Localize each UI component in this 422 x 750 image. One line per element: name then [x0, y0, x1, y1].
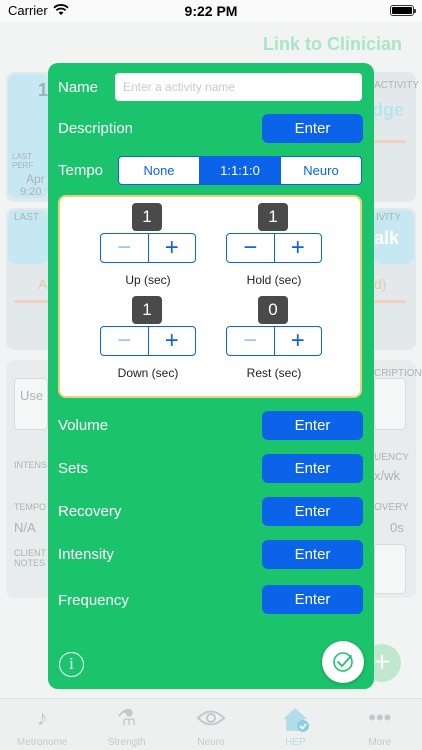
recovery-bg-label: OVERY [374, 502, 409, 513]
rest-label: Rest (sec) [246, 366, 302, 380]
use-placeholder: Use [20, 388, 44, 403]
clock: 9:22 PM [184, 3, 238, 19]
eye-icon [169, 703, 253, 733]
recovery-bg-value: 0s [390, 520, 404, 535]
hold-label: Hold (sec) [246, 273, 302, 287]
activity-name-input[interactable] [115, 73, 362, 101]
down-decrement-button[interactable]: − [101, 327, 149, 355]
card1-date: Apr [26, 172, 45, 186]
sets-enter-button[interactable]: Enter [262, 454, 363, 483]
frequency-bg-label: UENCY [374, 452, 410, 463]
use-input[interactable] [14, 378, 48, 430]
home-check-icon [253, 703, 337, 733]
volume-label: Volume [58, 417, 109, 434]
intensity-enter-button[interactable]: Enter [262, 540, 363, 569]
tempo-label: Tempo [58, 162, 104, 179]
confirm-button[interactable] [322, 641, 364, 683]
rest-increment-button[interactable]: + [275, 327, 322, 355]
tab-bar: ♪ Metronome ⚗ Strength Neuro HEP ••• Mor… [0, 698, 422, 750]
card2-right-label: IVITY [376, 212, 402, 223]
card1-small-label: LAST PERF [12, 152, 34, 170]
frequency-enter-button[interactable]: Enter [262, 585, 363, 614]
up-increment-button[interactable]: + [149, 234, 196, 262]
up-value: 1 [132, 203, 162, 231]
name-label: Name [58, 79, 99, 96]
info-icon[interactable]: i [59, 652, 84, 677]
battery-icon [390, 5, 416, 16]
card1-divider [374, 140, 406, 143]
intensity-bg-label: INTENS [14, 460, 48, 470]
tab-label: More [368, 737, 392, 748]
description-bg-box[interactable] [374, 378, 406, 430]
hold-value: 1 [258, 203, 288, 231]
tab-label: Strength [107, 737, 146, 748]
tab-strength[interactable]: ⚗ Strength [84, 699, 168, 750]
card2-divider-left [14, 300, 48, 303]
link-to-clinician-link[interactable]: Link to Clinician [263, 34, 402, 55]
tab-label: Metronome [16, 737, 68, 748]
description-label: Description [58, 120, 134, 137]
down-label: Down (sec) [117, 366, 179, 380]
status-bar: Carrier 9:22 PM [0, 0, 422, 22]
card2-left-label: LAST [14, 212, 40, 223]
card2-divider-right [374, 300, 406, 303]
down-increment-button[interactable]: + [149, 327, 196, 355]
frequency-bg-value: x/wk [374, 468, 400, 483]
client-notes-label: CLIENT NOTES [14, 548, 46, 568]
music-note-icon: ♪ [36, 705, 48, 730]
hold-stepper: − + [226, 233, 322, 263]
sets-label: Sets [58, 460, 89, 477]
rest-value: 0 [258, 296, 288, 324]
tab-more[interactable]: ••• More [338, 699, 422, 750]
volume-enter-button[interactable]: Enter [262, 411, 363, 440]
more-icon: ••• [368, 705, 392, 730]
frequency-label: Frequency [58, 592, 129, 609]
tempo-option-none[interactable]: None [119, 157, 200, 184]
client-notes-box[interactable] [374, 544, 406, 594]
hold-increment-button[interactable]: + [275, 234, 322, 262]
down-value: 1 [132, 296, 162, 324]
tab-metronome[interactable]: ♪ Metronome [0, 699, 84, 750]
card2-right-title: alk [374, 228, 400, 248]
up-decrement-button[interactable]: − [101, 234, 149, 262]
rest-decrement-button[interactable]: − [227, 327, 275, 355]
intensity-label: Intensity [58, 546, 114, 563]
card1-time: 9:20 [20, 186, 42, 198]
up-stepper: − + [100, 233, 196, 263]
tab-label: Neuro [197, 737, 225, 748]
checkmark-circle-icon [333, 652, 353, 672]
tempo-option-neuro[interactable]: Neuro [281, 157, 361, 184]
description-enter-button[interactable]: Enter [262, 114, 363, 143]
tab-hep[interactable]: HEP [253, 699, 337, 750]
down-stepper: − + [100, 326, 196, 356]
recovery-label: Recovery [58, 503, 122, 520]
recovery-enter-button[interactable]: Enter [262, 497, 363, 526]
tempo-segmented-control: None 1:1:1:0 Neuro [118, 156, 362, 185]
card1-right-label: ACTIVITY [374, 80, 420, 91]
strength-icon: ⚗ [116, 705, 137, 730]
tempo-option-1110[interactable]: 1:1:1:0 [200, 157, 281, 184]
rest-stepper: − + [226, 326, 322, 356]
card1-right-title: dge [372, 100, 405, 120]
activity-editor-modal: Name Description Enter Tempo None 1:1:1:… [48, 63, 374, 689]
tempo-stepper-panel: 1 − + Up (sec) 1 − + Hold (sec) 1 − + Do… [58, 195, 362, 398]
tempo-bg-value: N/A [14, 520, 36, 535]
card1-number: 1 [38, 80, 49, 100]
tab-neuro[interactable]: Neuro [169, 699, 253, 750]
card2-a: A [38, 276, 48, 292]
tab-label: HEP [285, 737, 306, 748]
up-label: Up (sec) [125, 273, 171, 287]
card2-d: d) [374, 276, 387, 292]
tempo-bg-label: TEMPO [14, 502, 47, 512]
hold-decrement-button[interactable]: − [227, 234, 275, 262]
